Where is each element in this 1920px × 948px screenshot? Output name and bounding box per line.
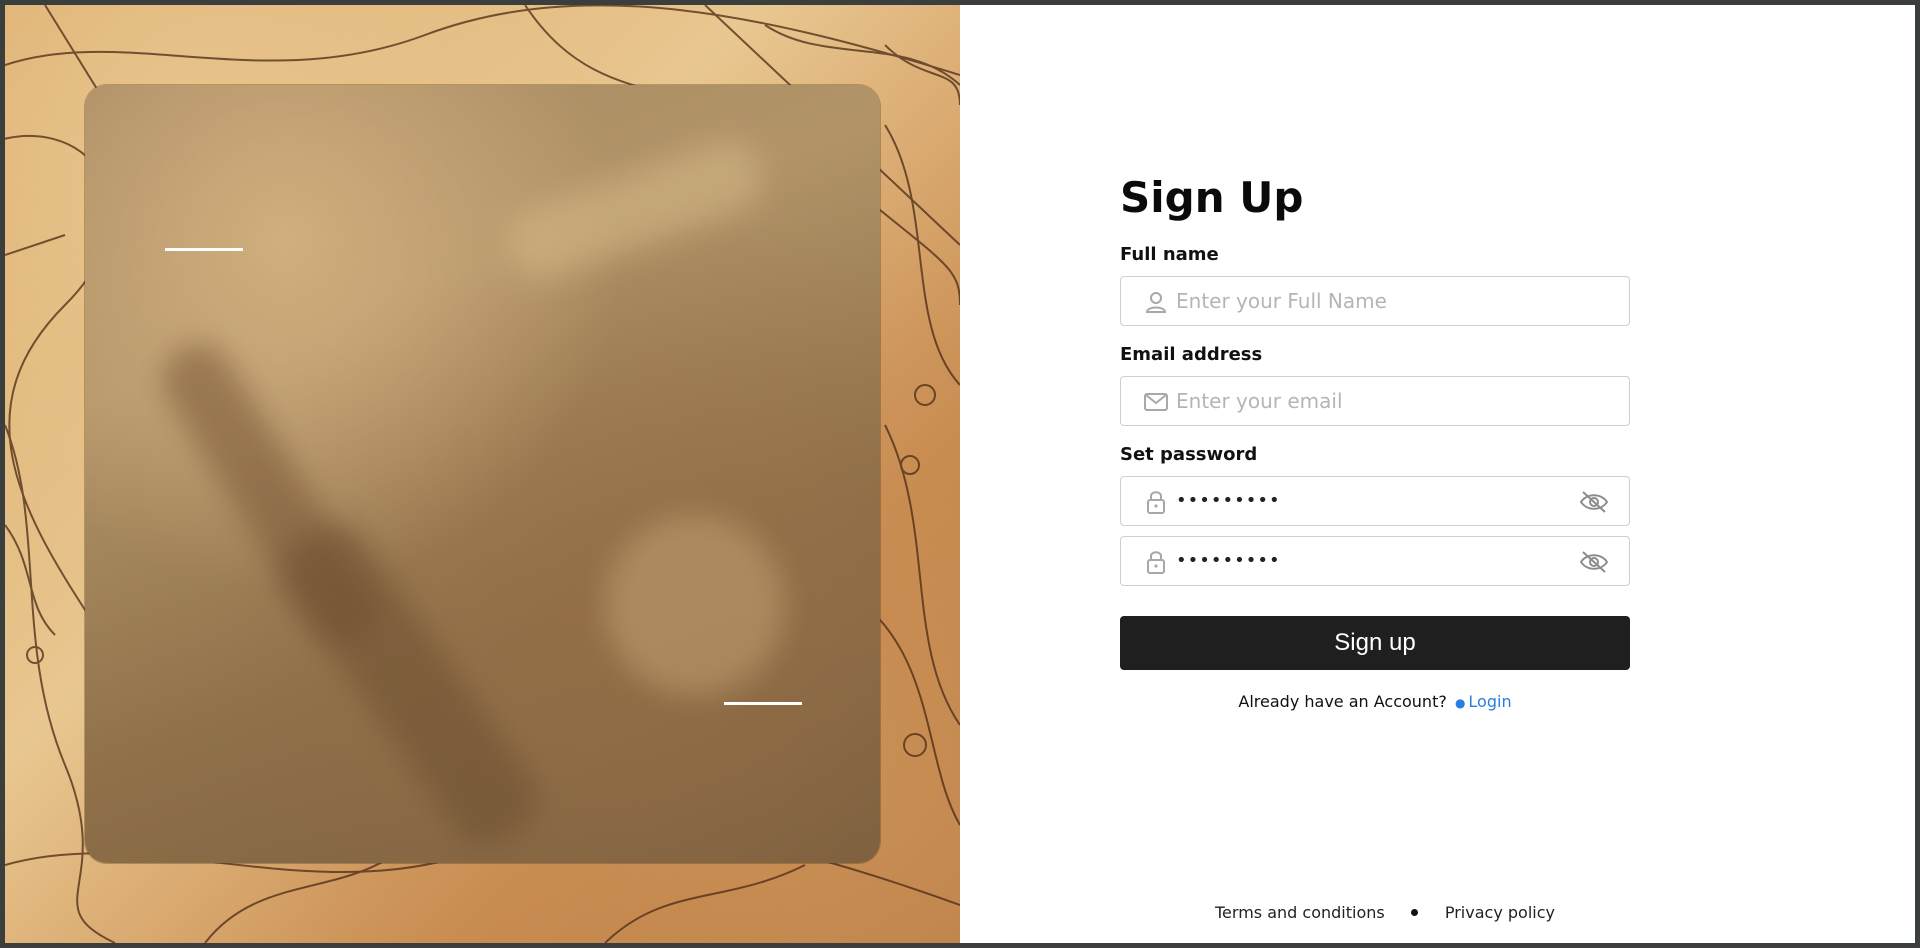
confirm-password-field[interactable]: ••••••••• (1120, 536, 1630, 586)
login-prompt-text: Already have an Account? (1238, 692, 1447, 711)
full-name-placeholder: Enter your Full Name (1176, 289, 1387, 313)
full-name-label: Full name (1120, 244, 1219, 265)
password-field[interactable]: ••••••••• (1120, 476, 1630, 526)
decorative-line-bottom (724, 702, 802, 705)
login-prompt: Already have an Account? ● Login (1120, 692, 1630, 711)
terms-link[interactable]: Terms and conditions (1215, 903, 1385, 922)
privacy-link[interactable]: Privacy policy (1445, 903, 1555, 922)
email-field[interactable]: Enter your email (1120, 376, 1630, 426)
confirm-password-value: ••••••••• (1176, 550, 1281, 571)
app-window: Sign Up Full name Enter your Full Name E… (5, 5, 1915, 943)
bullet-icon: ● (1454, 696, 1466, 710)
mail-icon (1144, 393, 1168, 411)
email-placeholder: Enter your email (1176, 389, 1343, 413)
password-value: ••••••••• (1176, 490, 1281, 511)
lock-icon (1147, 551, 1165, 574)
hero-artwork (5, 5, 960, 943)
lock-icon (1147, 491, 1165, 514)
user-icon (1145, 292, 1167, 313)
email-label: Email address (1120, 344, 1263, 365)
eye-off-icon[interactable] (1579, 549, 1609, 575)
password-label: Set password (1120, 444, 1258, 465)
decorative-line-top (165, 248, 243, 251)
blurred-photo-card (85, 85, 880, 863)
footer-links: Terms and conditions Privacy policy (1215, 903, 1555, 922)
signup-form: Sign Up Full name Enter your Full Name E… (1120, 170, 1630, 711)
full-name-field[interactable]: Enter your Full Name (1120, 276, 1630, 326)
signup-button[interactable]: Sign up (1120, 616, 1630, 670)
page-title: Sign Up (1120, 173, 1304, 222)
eye-off-icon[interactable] (1579, 489, 1609, 515)
separator-dot (1411, 909, 1419, 916)
login-link[interactable]: Login (1468, 692, 1511, 711)
